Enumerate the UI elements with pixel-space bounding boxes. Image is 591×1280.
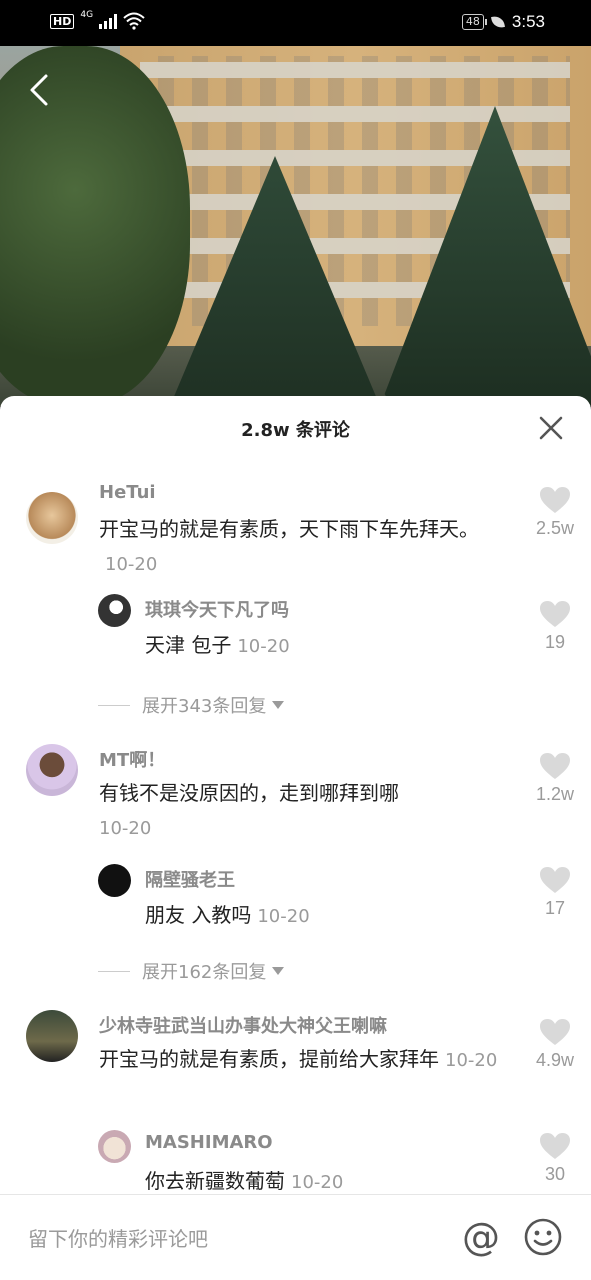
- reply-text: 天津 包子 10-20: [145, 628, 505, 664]
- leaf-icon: [490, 15, 505, 29]
- comment-text: 有钱不是没原因的，走到哪拜到哪 10-20: [99, 776, 509, 846]
- avatar[interactable]: [98, 1130, 131, 1163]
- mention-button[interactable]: @: [461, 1217, 501, 1257]
- like-count: 17: [544, 898, 566, 918]
- like-button[interactable]: 17: [535, 866, 575, 919]
- caret-down-icon: [272, 701, 285, 709]
- reply-date: 10-20: [257, 906, 310, 927]
- reply-text: 你去新疆数葡萄 10-20: [145, 1164, 505, 1190]
- comment-sheet: 2.8w 条评论 HeTui 开宝马的就是有素质，天下雨下车先拜天。 10-20 …: [0, 396, 591, 1280]
- avatar[interactable]: [26, 744, 78, 796]
- reply-username[interactable]: 琪琪今天下凡了吗: [145, 596, 289, 622]
- close-icon: [539, 416, 563, 440]
- heart-icon: [540, 867, 570, 893]
- like-count: 4.9w: [535, 1050, 575, 1070]
- avatar[interactable]: [26, 492, 78, 544]
- comment-username[interactable]: 少林寺驻武当山办事处大神父王喇嘛: [99, 1012, 387, 1038]
- comment-body: 开宝马的就是有素质，天下雨下车先拜天。: [99, 517, 479, 541]
- comment-date: 10-20: [105, 554, 158, 575]
- like-count: 19: [544, 632, 566, 652]
- avatar[interactable]: [26, 1010, 78, 1062]
- wifi-icon: [123, 12, 145, 30]
- smiley-icon: [524, 1218, 562, 1256]
- reply-username[interactable]: 隔壁骚老王: [145, 866, 235, 892]
- emoji-button[interactable]: [523, 1217, 563, 1257]
- sheet-header: 2.8w 条评论: [0, 396, 591, 460]
- video-player[interactable]: [0, 46, 591, 406]
- heart-icon: [540, 601, 570, 627]
- like-button[interactable]: 19: [535, 600, 575, 653]
- expand-replies[interactable]: 展开162条回复: [98, 958, 285, 984]
- back-button[interactable]: [22, 70, 58, 110]
- chevron-left-icon: [30, 74, 48, 106]
- clock: 3:53: [511, 12, 545, 31]
- comment-username[interactable]: HeTui: [99, 482, 156, 503]
- status-left: HD 4G: [50, 10, 145, 30]
- reply-body: 天津 包子: [145, 633, 232, 657]
- status-bar: HD 4G 48 3:53: [0, 0, 591, 46]
- heart-icon: [540, 1133, 570, 1159]
- comment-body: 开宝马的就是有素质，提前给大家拜年: [99, 1047, 439, 1071]
- network-type: 4G: [80, 10, 94, 20]
- reply-username[interactable]: MASHIMARO: [145, 1132, 273, 1153]
- close-button[interactable]: [537, 414, 565, 442]
- signal-icon: [99, 13, 118, 29]
- heart-icon: [540, 487, 570, 513]
- comment-input-bar: 留下你的精彩评论吧 @: [0, 1194, 591, 1280]
- comment-input[interactable]: 留下你的精彩评论吧: [28, 1223, 428, 1252]
- like-button[interactable]: 4.9w: [535, 1018, 575, 1071]
- reply-date: 10-20: [237, 636, 290, 657]
- comment-date: 10-20: [445, 1050, 498, 1071]
- like-button[interactable]: 1.2w: [535, 752, 575, 805]
- status-right: 48 3:53: [461, 12, 545, 32]
- avatar[interactable]: [98, 594, 131, 627]
- divider: [98, 970, 130, 972]
- comment-count-title: 2.8w 条评论: [241, 420, 350, 441]
- like-button[interactable]: 2.5w: [535, 486, 575, 539]
- expand-replies-label: 展开343条回复: [142, 696, 267, 717]
- caret-down-icon: [272, 967, 285, 975]
- reply-text: 朋友 入教吗 10-20: [145, 898, 505, 934]
- avatar[interactable]: [98, 864, 131, 897]
- expand-replies-label: 展开162条回复: [142, 962, 267, 983]
- reply-body: 你去新疆数葡萄: [145, 1169, 285, 1190]
- at-icon: @: [462, 1215, 500, 1259]
- comment-list[interactable]: HeTui 开宝马的就是有素质，天下雨下车先拜天。 10-20 2.5w 琪琪今天…: [0, 460, 591, 1190]
- comment-username[interactable]: MT啊！: [99, 746, 165, 772]
- like-count: 2.5w: [535, 518, 575, 538]
- comment-body: 有钱不是没原因的，走到哪拜到哪: [99, 781, 399, 805]
- hd-indicator: HD: [50, 13, 75, 29]
- like-count: 1.2w: [535, 784, 575, 804]
- like-button[interactable]: 30: [535, 1132, 575, 1185]
- battery-icon: 48: [461, 14, 487, 30]
- comment-text: 开宝马的就是有素质，天下雨下车先拜天。 10-20: [99, 512, 509, 582]
- comment-date: 10-20: [99, 818, 152, 839]
- reply-date: 10-20: [291, 1172, 344, 1190]
- like-count: 30: [544, 1164, 566, 1184]
- comment-text: 开宝马的就是有素质，提前给大家拜年 10-20: [99, 1042, 509, 1078]
- reply-body: 朋友 入教吗: [145, 903, 252, 927]
- heart-icon: [540, 1019, 570, 1045]
- divider: [98, 704, 130, 706]
- expand-replies[interactable]: 展开343条回复: [98, 692, 285, 718]
- heart-icon: [540, 753, 570, 779]
